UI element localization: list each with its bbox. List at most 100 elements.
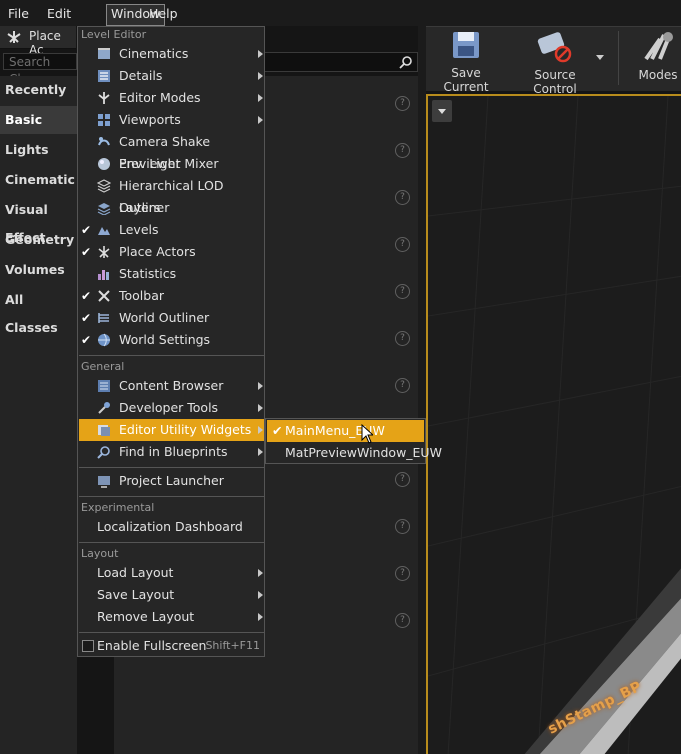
panel-splitter[interactable] [418,26,426,754]
menu-item-cinematics[interactable]: Cinematics [79,43,264,65]
fullscreen-checkbox[interactable] [82,640,94,652]
help-icon[interactable]: ? [395,143,410,158]
menu-item-editor-utility-widgets[interactable]: Editor Utility Widgets [79,419,264,441]
source-control-dropdown-icon[interactable] [596,55,604,60]
developer-tools-icon [98,402,110,414]
category-basic[interactable]: Basic [0,106,77,134]
menu-item-camera-shake-previewer[interactable]: Camera Shake Previewer [79,131,264,171]
menu-item-levels[interactable]: ✔ Levels [79,219,264,241]
modes-label: Modes [638,68,678,82]
level-toolbar: Save Current Source Control Modes [426,26,681,96]
menu-item-place-actors[interactable]: ✔ Place Actors [79,241,264,263]
help-icon[interactable]: ? [395,472,410,487]
mouse-cursor-icon [361,424,373,444]
toolbar-icon [98,290,110,302]
menu-edit[interactable]: Edit [43,4,75,24]
menu-item-world-settings[interactable]: ✔ World Settings [79,329,264,351]
menu-item-details[interactable]: Details [79,65,264,87]
modes-button[interactable]: Modes [630,29,681,82]
menu-item-viewports[interactable]: Viewports [79,109,264,131]
menu-item-toolbar[interactable]: ✔ Toolbar [79,285,264,307]
lod-outliner-icon [97,179,111,193]
checkmark-icon: ✔ [81,245,92,259]
category-list: Recently Pla Basic Lights Cinematic Visu… [0,76,77,754]
content-browser-icon [98,380,110,392]
camera-shake-icon [98,137,110,146]
menu-separator [79,542,264,543]
menu-file[interactable]: File [4,4,33,24]
statistics-icon [98,270,109,280]
editor-modes-icon [98,92,110,104]
menu-item-remove-layout[interactable]: Remove Layout [79,606,264,628]
list-search-field[interactable] [264,52,418,72]
project-launcher-icon [98,476,110,488]
class-search-input[interactable]: Search Class [3,53,77,86]
help-icon[interactable]: ? [395,237,410,252]
help-icon[interactable]: ? [395,566,410,581]
menu-item-load-layout[interactable]: Load Layout [79,562,264,584]
light-mixer-icon [98,158,110,170]
save-current-button[interactable]: Save Current [430,29,502,94]
toolbar-divider [618,31,619,85]
utility-widgets-icon [98,425,110,436]
viewports-icon [98,114,110,126]
category-volumes[interactable]: Volumes [0,256,77,284]
help-icon[interactable]: ? [395,96,410,111]
menu-item-project-launcher[interactable]: Project Launcher [79,470,264,492]
menu-item-content-browser[interactable]: Content Browser [79,375,264,397]
menu-item-hlod-outliner[interactable]: Hierarchical LOD Outliner [79,175,264,215]
source-control-label: Source Control [533,68,577,96]
submenu-item-matpreviewwindow-euw[interactable]: MatPreviewWindow_EUW [267,442,442,464]
menu-separator [79,632,264,633]
menu-help[interactable]: Help [145,4,182,24]
checkmark-icon: ✔ [272,423,283,438]
category-visual-effects[interactable]: Visual Effect [0,196,77,245]
source-control-button[interactable]: Source Control [512,29,598,96]
menu-item-localization-dashboard[interactable]: Localization Dashboard [79,516,264,538]
category-cinematic[interactable]: Cinematic [0,166,77,194]
cinematics-icon [98,48,110,59]
help-icon[interactable]: ? [395,284,410,299]
save-current-label: Save Current [443,66,489,94]
menu-item-world-outliner[interactable]: ✔ World Outliner [79,307,264,329]
window-menu: Level Editor Cinematics Details Editor M… [77,26,265,657]
menu-item-developer-tools[interactable]: Developer Tools [79,397,264,419]
menu-item-editor-modes[interactable]: Editor Modes [79,87,264,109]
level-viewport[interactable]: shStamp_BP [426,94,681,754]
help-icon[interactable]: ? [395,519,410,534]
menu-item-env-light-mixer[interactable]: Env. Light Mixer [79,153,264,175]
checkmark-icon: ✔ [81,289,92,303]
category-recently-placed[interactable]: Recently Pla [0,76,77,125]
menu-item-statistics[interactable]: Statistics [79,263,264,285]
menu-bar: File Edit Window Help [0,0,681,26]
menu-item-layers[interactable]: Layers [79,197,264,219]
category-geometry[interactable]: Geometry [0,226,77,254]
levels-icon [98,227,110,235]
menu-item-find-in-blueprints[interactable]: Find in Blueprints [79,441,264,463]
source-control-icon [537,32,572,63]
submenu-arrow-icon [258,426,263,434]
place-actors-icon [7,31,21,43]
help-icon[interactable]: ? [395,190,410,205]
menu-item-enable-fullscreen[interactable]: Enable Fullscreen Shift+F11 [79,635,264,657]
help-icon[interactable]: ? [395,613,410,628]
section-level-editor: Level Editor [81,28,147,41]
viewport-scene [428,96,681,754]
world-outliner-icon [98,313,109,323]
menu-separator [79,467,264,468]
menu-separator [79,355,264,356]
submenu-item-mainmenu-euw[interactable]: ✔ MainMenu_EUW [267,420,424,442]
place-actors-tab[interactable]: Place Ac [0,26,76,57]
section-general: General [81,360,125,373]
fullscreen-shortcut: Shift+F11 [205,639,260,652]
menu-separator [79,496,264,497]
help-icon[interactable]: ? [395,331,410,346]
place-actors-icon [98,246,110,258]
menu-item-save-layout[interactable]: Save Layout [79,584,264,606]
layers-icon [97,203,111,215]
help-icon[interactable]: ? [395,378,410,393]
category-all-classes[interactable]: All Classes [0,286,77,335]
category-lights[interactable]: Lights [0,136,77,164]
submenu-arrow-icon [258,94,263,102]
save-icon [453,32,479,58]
